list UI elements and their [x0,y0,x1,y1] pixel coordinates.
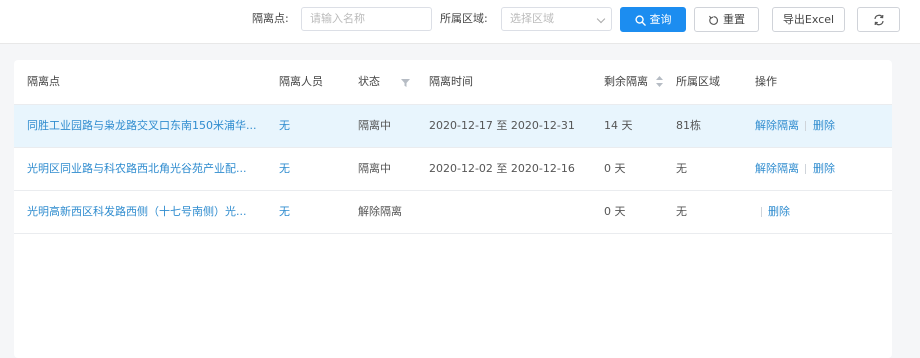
status-cell: 隔离中 [358,119,391,132]
region-cell: 无 [676,162,687,175]
person-link[interactable]: 无 [279,191,290,233]
column-header-site[interactable]: 隔离点 [27,60,60,104]
quarantine-table: 隔离点 隔离人员 状态 隔离时间 剩余隔离 所属区域 操作 同胜工业园路与枭龙路… [14,60,892,358]
site-name-input[interactable]: 请输入名称 [301,7,432,31]
remaining-cell: 0 天 [604,205,626,218]
person-link[interactable]: 无 [279,148,290,190]
status-cell: 解除隔离 [358,205,402,218]
refresh-button[interactable] [857,7,900,32]
search-icon [634,14,646,26]
site-filter-label: 隔离点: [252,12,289,25]
table-row[interactable]: 同胜工业园路与枭龙路交叉口东南150米浦华... 无 隔离中 2020-12-1… [14,104,892,147]
region-select[interactable]: 选择区域 [501,7,612,31]
site-link[interactable]: 同胜工业园路与枭龙路交叉口东南150米浦华... [27,105,256,147]
site-link[interactable]: 光明高新西区科发路西侧（十七号南侧）光... [27,191,247,233]
reset-icon [709,15,719,25]
column-header-region[interactable]: 所属区域 [676,60,720,104]
action-separator [761,207,762,217]
status-cell: 隔离中 [358,162,391,175]
search-button-label: 查询 [649,13,672,26]
action-separator [805,164,806,174]
action-separator [805,121,806,131]
column-header-period[interactable]: 隔离时间 [429,60,473,104]
table-row[interactable]: 光明高新西区科发路西侧（十七号南侧）光... 无 解除隔离 0 天 无 删除 [14,190,892,234]
remaining-cell: 14 天 [604,119,633,132]
region-select-placeholder: 选择区域 [510,12,554,25]
period-cell: 2020-12-17 至 2020-12-31 [429,119,575,132]
release-quarantine-link[interactable]: 解除隔离 [755,148,799,190]
filter-icon[interactable] [401,79,410,87]
search-button[interactable]: 查询 [620,7,686,32]
delete-link[interactable]: 删除 [813,105,835,147]
table-row[interactable]: 光明区同业路与科农路西北角光谷苑产业配... 无 隔离中 2020-12-02 … [14,147,892,190]
sort-icon[interactable] [656,76,663,87]
period-cell: 2020-12-02 至 2020-12-16 [429,162,575,175]
region-cell: 无 [676,205,687,218]
release-quarantine-link[interactable]: 解除隔离 [755,105,799,147]
column-header-status[interactable]: 状态 [358,60,380,104]
reset-button[interactable]: 重置 [694,7,759,32]
region-cell: 81栋 [676,119,701,132]
filter-toolbar: 隔离点: 请输入名称 所属区域: 选择区域 查询 重置 导出Excel [0,0,920,44]
column-header-remaining[interactable]: 剩余隔离 [604,60,648,104]
refresh-icon [873,14,884,26]
delete-link[interactable]: 删除 [813,148,835,190]
delete-link[interactable]: 删除 [768,191,790,233]
chevron-down-icon [596,14,606,24]
column-header-actions: 操作 [755,75,777,88]
reset-button-label: 重置 [723,13,745,26]
region-filter-label: 所属区域: [440,12,488,25]
site-link[interactable]: 光明区同业路与科农路西北角光谷苑产业配... [27,148,247,190]
export-excel-button[interactable]: 导出Excel [772,7,845,32]
column-header-person[interactable]: 隔离人员 [279,60,323,104]
remaining-cell: 0 天 [604,162,626,175]
person-link[interactable]: 无 [279,105,290,147]
